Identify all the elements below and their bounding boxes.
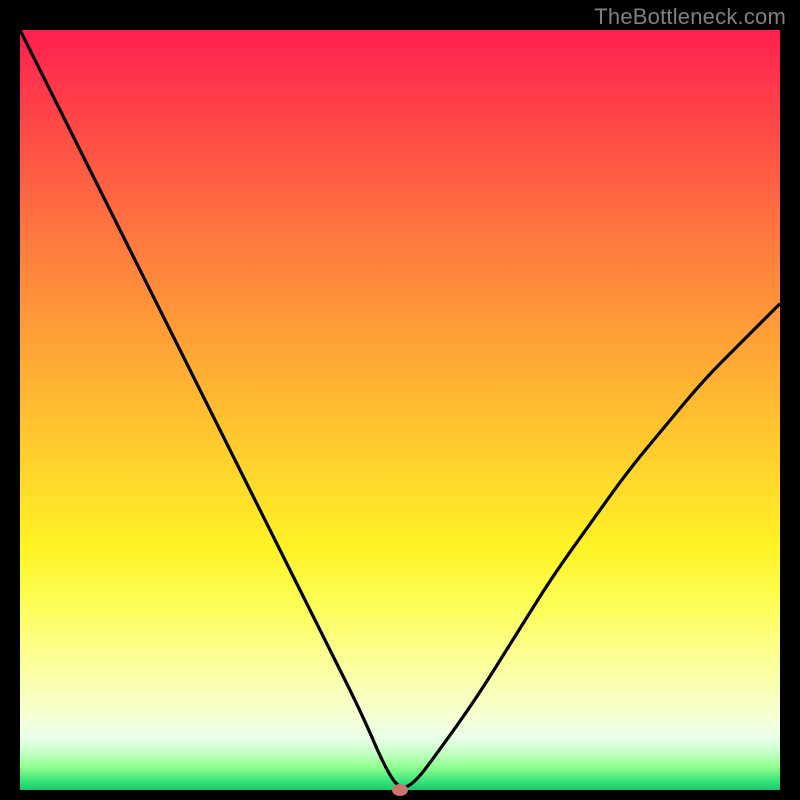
minimum-marker-dot: [392, 784, 408, 796]
watermark-text: TheBottleneck.com: [594, 4, 786, 30]
plot-area: [20, 30, 780, 790]
bottleneck-curve: [20, 30, 780, 790]
chart-frame: TheBottleneck.com: [0, 0, 800, 800]
